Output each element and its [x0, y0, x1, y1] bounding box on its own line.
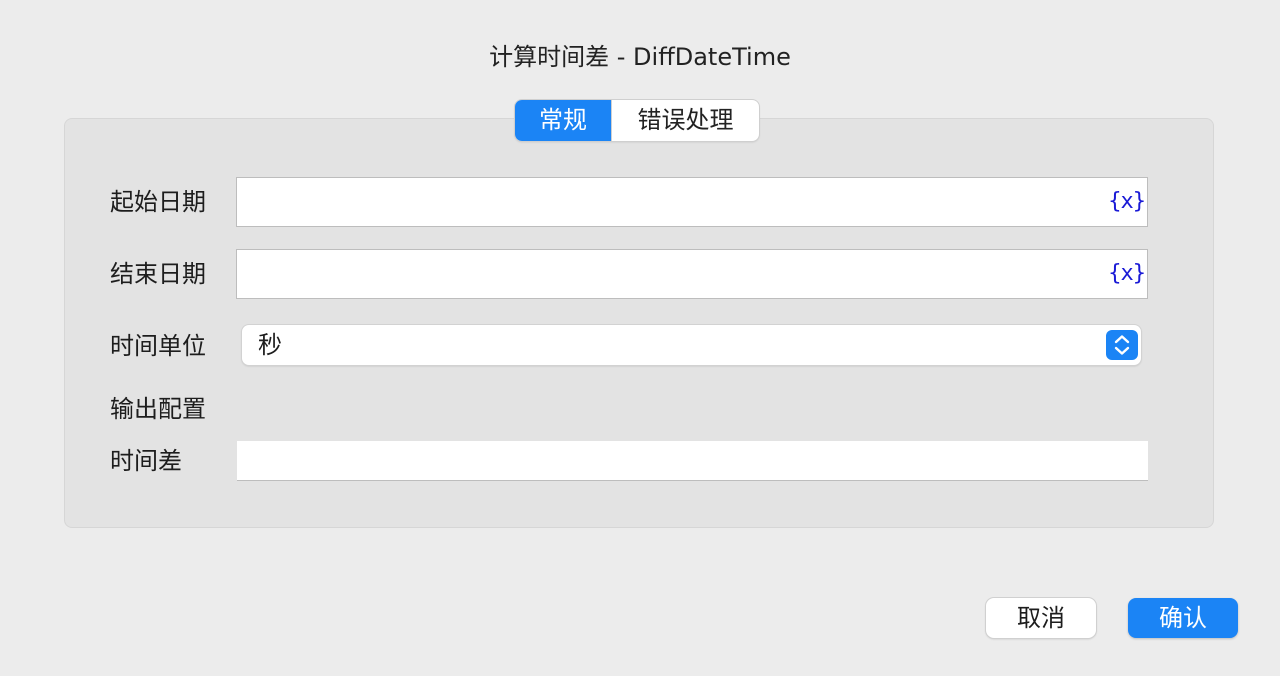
time-diff-field[interactable]: [237, 441, 1148, 481]
end-date-variable-button[interactable]: {x}: [1108, 259, 1146, 289]
dialog: 计算时间差 - DiffDateTime 常规 错误处理 起始日期 {x} 结束…: [0, 0, 1280, 676]
confirm-button[interactable]: 确认: [1128, 598, 1238, 638]
time-unit-label: 时间单位: [110, 332, 206, 360]
time-unit-selected-value: 秒: [258, 331, 282, 359]
end-date-label: 结束日期: [110, 260, 206, 288]
tab-general[interactable]: 常规: [515, 100, 611, 141]
tab-error-handling[interactable]: 错误处理: [611, 100, 759, 141]
chevron-up-down-icon: [1106, 330, 1138, 360]
tab-bar: 常规 错误处理: [515, 100, 759, 141]
start-date-field[interactable]: {x}: [236, 177, 1148, 227]
dialog-title: 计算时间差 - DiffDateTime: [489, 43, 791, 71]
time-unit-select[interactable]: 秒: [242, 325, 1141, 365]
time-diff-label: 时间差: [110, 447, 182, 475]
start-date-variable-button[interactable]: {x}: [1108, 187, 1146, 217]
cancel-button[interactable]: 取消: [986, 598, 1096, 638]
output-config-heading: 输出配置: [110, 395, 206, 423]
end-date-field[interactable]: {x}: [236, 249, 1148, 299]
start-date-label: 起始日期: [110, 188, 206, 216]
